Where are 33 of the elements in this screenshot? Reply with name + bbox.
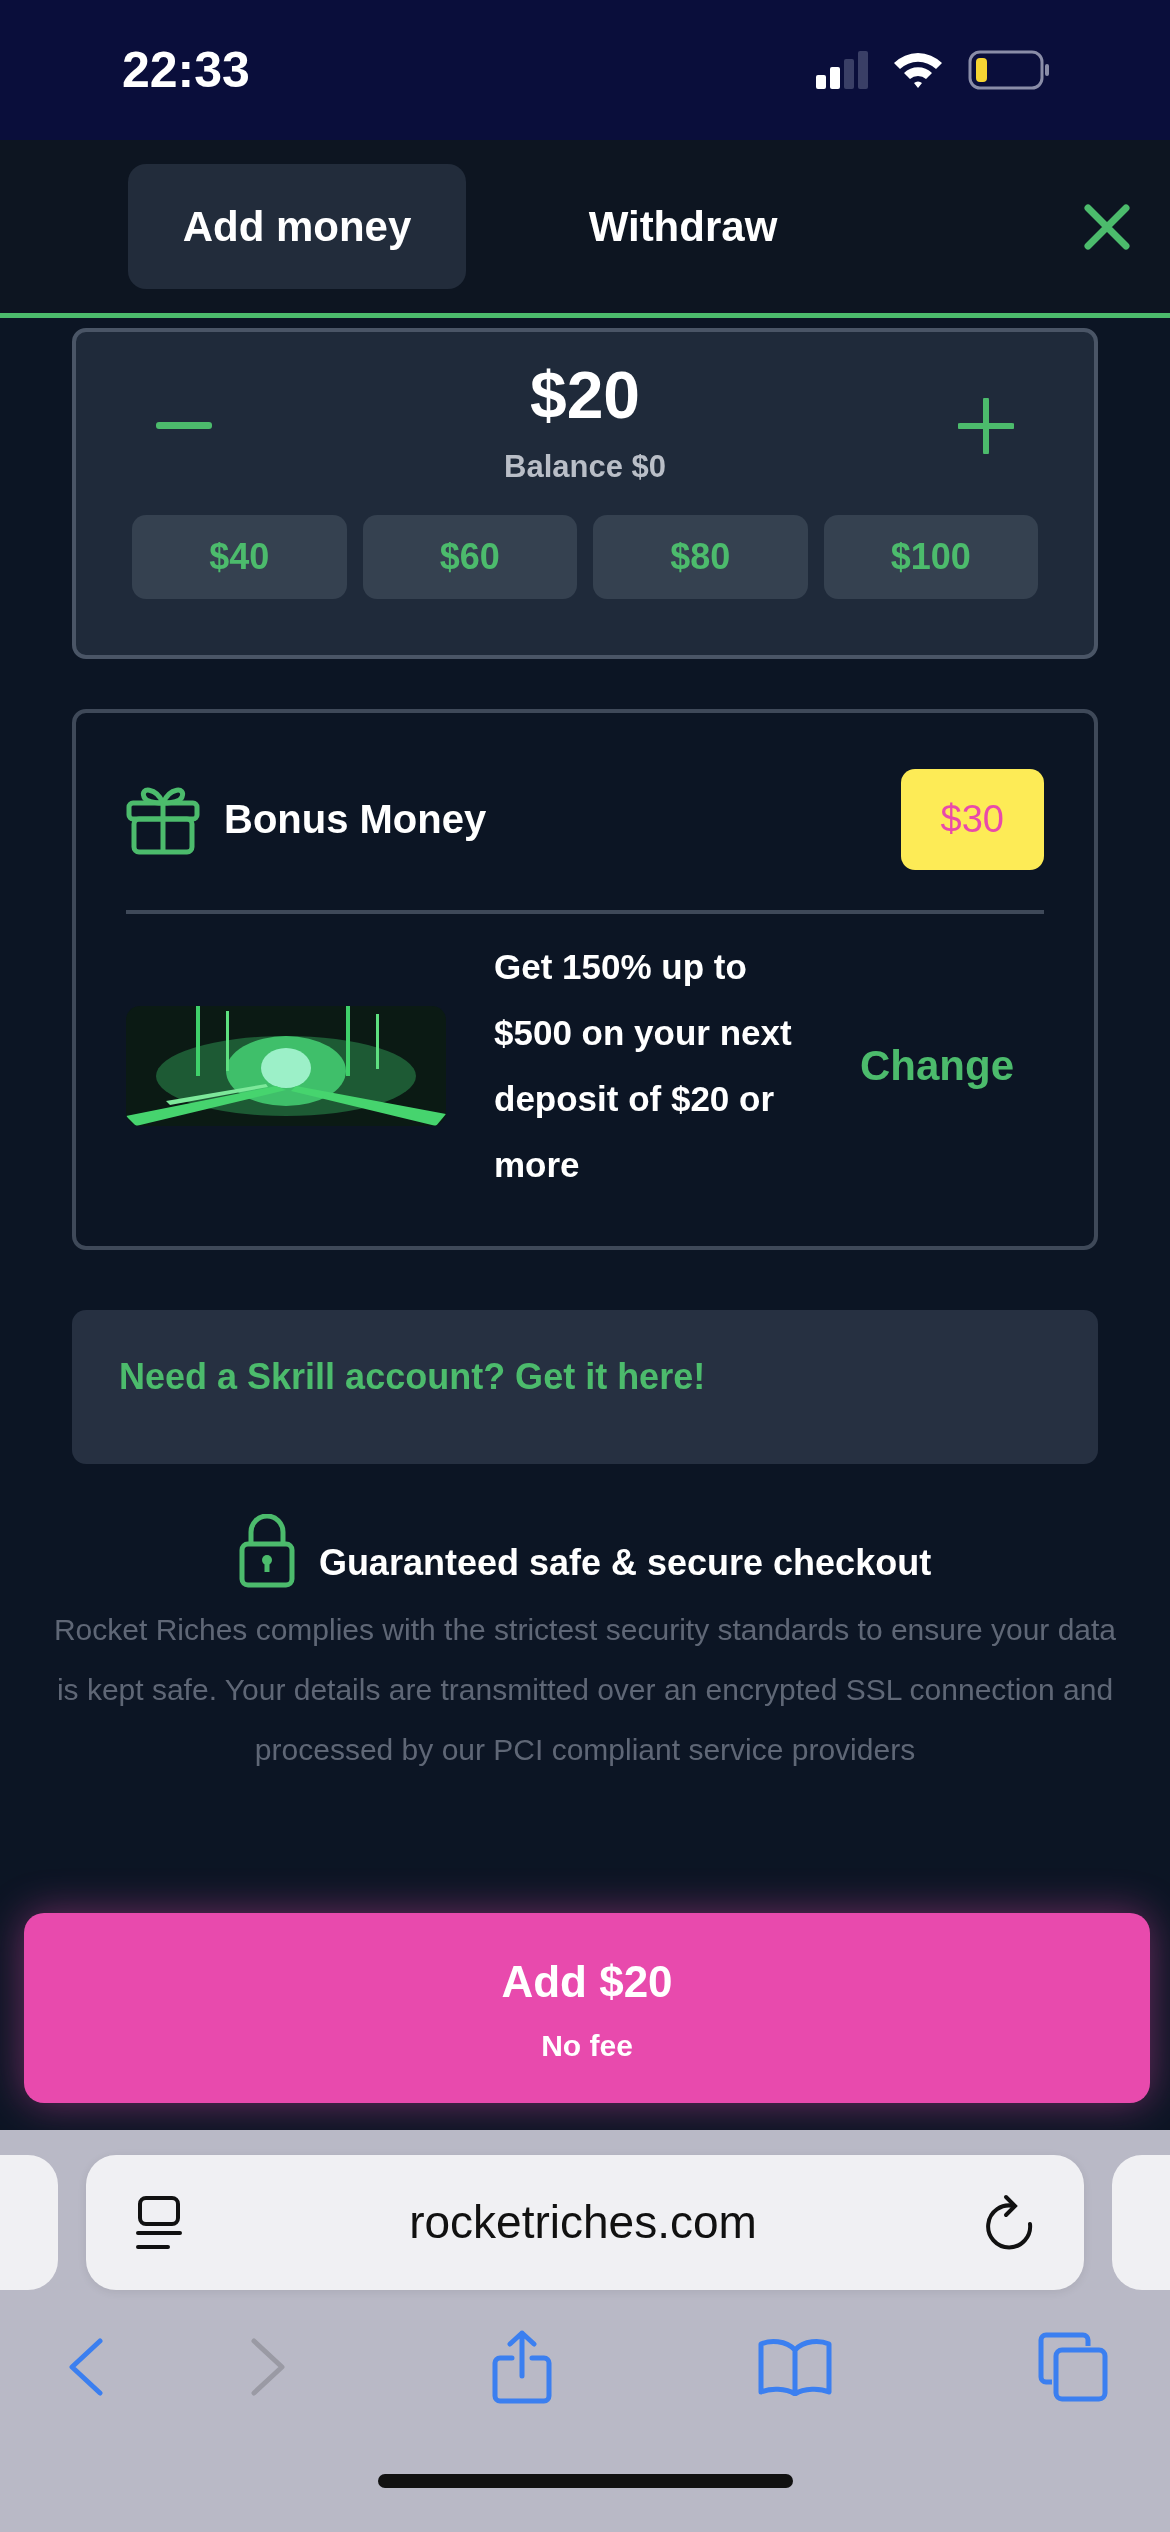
add-funds-button[interactable]: Add $20 No fee	[24, 1913, 1150, 2103]
tab-preview[interactable]	[0, 2155, 58, 2290]
back-button[interactable]	[68, 2338, 104, 2396]
security-title: Guaranteed safe & secure checkout	[318, 1540, 932, 1585]
change-link[interactable]: Change	[854, 1033, 1020, 1098]
security-text: Rocket Riches complies with the strictest security standards to ensure your data is kept safe. Your details are transmitted over an encrypted SSL connection and processed by our PCI compliant service providers	[52, 1611, 1118, 1768]
preset-amount-button[interactable]: $60	[362, 514, 577, 599]
signal-icon	[816, 51, 868, 89]
close-button[interactable]	[1084, 203, 1130, 250]
tab[interactable]: Withdraw	[514, 164, 852, 289]
preset-amount-button[interactable]: $40	[132, 514, 347, 599]
page-menu-icon	[135, 2194, 182, 2251]
status-time: 22:33	[122, 40, 250, 100]
bookmarks-icon[interactable]	[758, 2338, 832, 2396]
skrill-link[interactable]: Need a Skrill account? Get it here!	[72, 1309, 1098, 1464]
tab-preview[interactable]	[1112, 2155, 1170, 2290]
address-bar[interactable]: rocketriches.com	[85, 2155, 1085, 2290]
balance-text: Balance $0	[504, 448, 666, 486]
lock-icon	[238, 1513, 295, 1588]
minus-button[interactable]	[156, 421, 212, 432]
bonus-title: Bonus Money	[224, 796, 487, 843]
wifi-icon	[892, 51, 944, 89]
preset-amount-button[interactable]: $80	[593, 514, 808, 599]
reload-icon[interactable]	[984, 2193, 1035, 2252]
tab[interactable]: Add money	[128, 164, 466, 289]
plus-button[interactable]	[958, 398, 1014, 455]
tabs-icon[interactable]	[1038, 2332, 1108, 2402]
offer-text: Get 150% up to $500 on your next deposit of $20 or more	[494, 945, 793, 1186]
amount-value: $20	[528, 362, 642, 428]
battery-icon	[968, 50, 1050, 90]
bonus-amount-badge: $30	[900, 768, 1044, 870]
preset-amount-button[interactable]: $100	[823, 514, 1038, 599]
share-icon[interactable]	[492, 2330, 552, 2404]
